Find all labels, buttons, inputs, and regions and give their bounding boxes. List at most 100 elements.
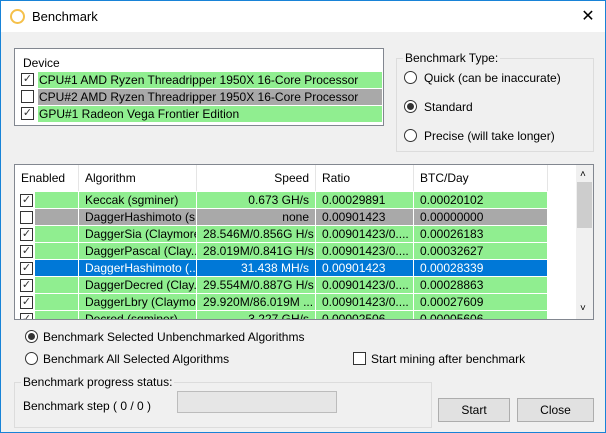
device-item[interactable]: CPU#2 AMD Ryzen Threadripper 1950X 16-Co… <box>18 89 382 105</box>
enabled-checkbox[interactable]: ✓ <box>20 194 33 207</box>
unbenchmarked-label: Benchmark Selected Unbenchmarked Algorit… <box>43 330 305 344</box>
device-label: GPU#1 Radeon Vega Frontier Edition <box>38 106 382 122</box>
speed-cell: 31.438 MH/s <box>197 260 316 276</box>
table-row[interactable]: ✓ DaggerLbry (Claymo... 29.920M/86.019M … <box>15 294 548 311</box>
standard-radio[interactable] <box>404 100 417 113</box>
table-row[interactable]: ✓ DaggerDecred (Clay... 29.554M/0.887G H… <box>15 277 548 294</box>
device-header: Device <box>23 56 60 70</box>
enabled-checkbox[interactable]: ✓ <box>20 296 33 309</box>
algorithm-cell: DaggerPascal (Clay... <box>79 243 197 259</box>
device-checkbox[interactable]: ✓ <box>21 107 34 120</box>
algorithm-cell: Decred (sgminer) <box>79 311 197 319</box>
enabled-cell <box>35 243 79 259</box>
enabled-cell <box>35 226 79 242</box>
col-speed[interactable]: Speed <box>197 165 316 191</box>
enabled-checkbox[interactable]: ✓ <box>20 245 33 258</box>
close-button[interactable]: Close <box>517 398 594 422</box>
algorithm-cell: DaggerHashimoto (s... <box>79 209 197 225</box>
algorithm-cell: DaggerDecred (Clay... <box>79 277 197 293</box>
enabled-cell <box>35 277 79 293</box>
app-icon <box>10 9 25 24</box>
enabled-cell <box>35 260 79 276</box>
btc-day-cell: 0.00028339 <box>414 260 548 276</box>
device-checkbox[interactable]: ✓ <box>21 73 34 86</box>
speed-cell: none <box>197 209 316 225</box>
speed-cell: 28.546M/0.856G H/s <box>197 226 316 242</box>
btc-day-cell: 0.00026183 <box>414 226 548 242</box>
speed-cell: 28.019M/0.841G H/s <box>197 243 316 259</box>
device-list[interactable]: Device ✓ CPU#1 AMD Ryzen Threadripper 19… <box>14 48 384 126</box>
ratio-cell: 0.00002506 <box>316 311 414 319</box>
device-checkbox[interactable] <box>21 90 34 103</box>
progress-bar <box>177 391 337 413</box>
standard-label: Standard <box>424 100 473 114</box>
enabled-checkbox[interactable]: ✓ <box>20 313 33 319</box>
benchmark-window: Benchmark ✕ Device ✓ CPU#1 AMD Ryzen Thr… <box>0 0 606 433</box>
col-algorithm[interactable]: Algorithm <box>79 165 197 191</box>
col-btc-day[interactable]: BTC/Day <box>414 165 548 191</box>
enabled-checkbox[interactable] <box>20 211 33 224</box>
algorithm-cell: DaggerHashimoto (... <box>79 260 197 276</box>
ratio-cell: 0.00901423 <box>316 260 414 276</box>
device-item[interactable]: ✓ CPU#1 AMD Ryzen Threadripper 1950X 16-… <box>18 72 382 88</box>
device-label: CPU#1 AMD Ryzen Threadripper 1950X 16-Co… <box>38 72 382 88</box>
enabled-checkbox[interactable]: ✓ <box>20 228 33 241</box>
precise-radio[interactable] <box>404 129 417 142</box>
table-row[interactable]: ✓ DaggerSia (Claymore) 28.546M/0.856G H/… <box>15 226 548 243</box>
enabled-cell <box>35 294 79 310</box>
btc-day-cell: 0.00020102 <box>414 192 548 208</box>
btc-day-cell: 0.00032627 <box>414 243 548 259</box>
benchmark-type-title: Benchmark Type: <box>403 51 501 65</box>
ratio-cell: 0.00901423 <box>316 209 414 225</box>
table-row[interactable]: ✓ DaggerHashimoto (... 31.438 MH/s 0.009… <box>15 260 548 277</box>
enabled-cell <box>35 311 79 319</box>
start-mining-checkbox[interactable] <box>353 352 366 365</box>
ratio-cell: 0.00901423/0.... <box>316 277 414 293</box>
all-selected-radio[interactable] <box>25 352 38 365</box>
close-window-icon[interactable]: ✕ <box>571 4 605 30</box>
scroll-thumb[interactable] <box>577 182 592 228</box>
progress-title: Benchmark progress status: <box>21 375 175 389</box>
start-button[interactable]: Start <box>438 398 510 422</box>
window-title: Benchmark <box>32 9 98 24</box>
ratio-cell: 0.00901423/0.... <box>316 294 414 310</box>
table-row[interactable]: DaggerHashimoto (s... none 0.00901423 0.… <box>15 209 548 226</box>
table-row[interactable]: ✓ Decred (sgminer) 3.227 GH/s 0.00002506… <box>15 311 548 319</box>
algorithm-cell: DaggerSia (Claymore) <box>79 226 197 242</box>
unbenchmarked-radio[interactable] <box>25 330 38 343</box>
scroll-down-icon[interactable]: ˅ <box>580 303 586 314</box>
device-item[interactable]: ✓ GPU#1 Radeon Vega Frontier Edition <box>18 106 382 122</box>
algorithm-table[interactable]: Enabled Algorithm Speed Ratio BTC/GH/...… <box>14 164 594 320</box>
enabled-cell <box>35 209 79 225</box>
col-enabled[interactable]: Enabled <box>15 165 79 191</box>
ratio-cell: 0.00029891 <box>316 192 414 208</box>
ratio-cell: 0.00901423/0.... <box>316 243 414 259</box>
all-selected-label: Benchmark All Selected Algorithms <box>43 352 230 366</box>
speed-cell: 29.920M/86.019M ... <box>197 294 316 310</box>
quick-radio[interactable] <box>404 71 417 84</box>
ratio-cell: 0.00901423/0.... <box>316 226 414 242</box>
btc-day-cell: 0.00000000 <box>414 209 548 225</box>
btc-day-cell: 0.00027609 <box>414 294 548 310</box>
speed-cell: 29.554M/0.887G H/s <box>197 277 316 293</box>
table-row[interactable]: ✓ Keccak (sgminer) 0.673 GH/s 0.00029891… <box>15 192 548 209</box>
btc-day-cell: 0.00005606 <box>414 311 548 319</box>
quick-label: Quick (can be inaccurate) <box>424 71 561 85</box>
precise-label: Precise (will take longer) <box>424 129 555 143</box>
speed-cell: 0.673 GH/s <box>197 192 316 208</box>
col-ratio[interactable]: Ratio BTC/GH/... <box>316 165 414 211</box>
device-label: CPU#2 AMD Ryzen Threadripper 1950X 16-Co… <box>38 89 382 105</box>
algorithm-cell: Keccak (sgminer) <box>79 192 197 208</box>
start-mining-label: Start mining after benchmark <box>371 352 526 366</box>
btc-day-cell: 0.00028863 <box>414 277 548 293</box>
enabled-checkbox[interactable]: ✓ <box>20 279 33 292</box>
table-row[interactable]: ✓ DaggerPascal (Clay... 28.019M/0.841G H… <box>15 243 548 260</box>
vertical-scrollbar[interactable]: ˄ ˅ <box>576 165 593 319</box>
scroll-up-icon[interactable]: ˄ <box>580 169 586 180</box>
algorithm-cell: DaggerLbry (Claymo... <box>79 294 197 310</box>
speed-cell: 3.227 GH/s <box>197 311 316 319</box>
enabled-checkbox[interactable]: ✓ <box>20 262 33 275</box>
enabled-cell <box>35 192 79 208</box>
benchmark-step: Benchmark step ( 0 / 0 ) <box>23 399 152 413</box>
title-bar: Benchmark ✕ <box>1 1 605 32</box>
